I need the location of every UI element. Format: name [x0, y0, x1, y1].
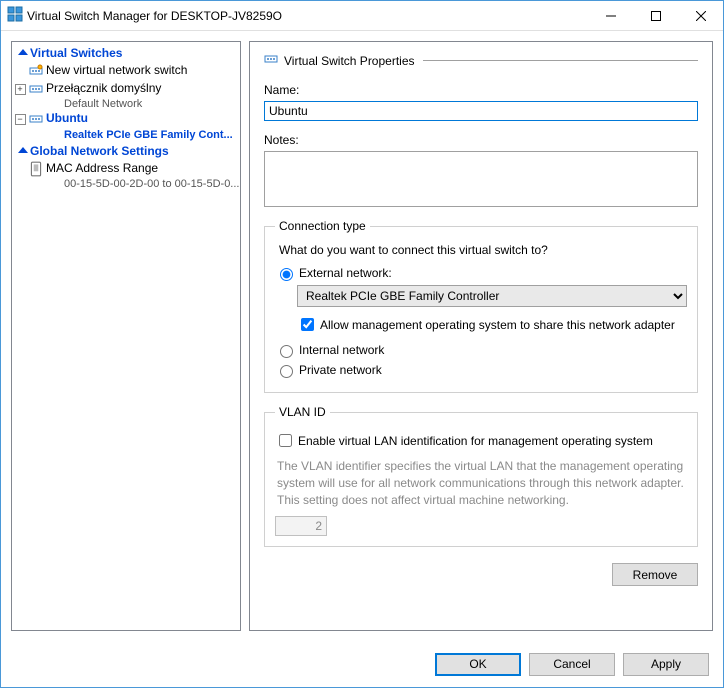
allow-mgmt-checkbox[interactable]: [301, 318, 314, 331]
body: Virtual Switches New virtual network swi…: [1, 31, 723, 641]
sidebar-item-ubuntu-sub: Realtek PCIe GBE Family Cont...: [12, 128, 240, 142]
notes-label: Notes:: [264, 133, 698, 147]
vlan-group: VLAN ID Enable virtual LAN identificatio…: [264, 405, 698, 547]
radio-external[interactable]: External network:: [275, 265, 687, 281]
new-switch-icon: [28, 63, 44, 79]
panel-heading-row: Virtual Switch Properties: [264, 52, 698, 69]
divider: [423, 60, 699, 61]
switch-icon: [28, 111, 44, 127]
close-button[interactable]: [678, 1, 723, 30]
vlan-enable-label: Enable virtual LAN identification for ma…: [298, 434, 653, 448]
name-input[interactable]: [264, 101, 698, 121]
connection-hint: What do you want to connect this virtual…: [279, 243, 687, 257]
ok-button[interactable]: OK: [435, 653, 521, 676]
connection-type-group: Connection type What do you want to conn…: [264, 219, 698, 393]
sidebar-item-new-switch[interactable]: New virtual network switch: [12, 62, 240, 80]
maximize-button[interactable]: [633, 1, 678, 30]
vlan-legend: VLAN ID: [275, 405, 330, 419]
collapse-icon: [16, 144, 30, 158]
radio-private[interactable]: Private network: [275, 362, 687, 378]
tree-expander[interactable]: +: [12, 81, 28, 97]
window: Virtual Switch Manager for DESKTOP-JV825…: [0, 0, 724, 688]
sidebar-item-label: Przełącznik domyślny: [44, 81, 161, 95]
tree-expander[interactable]: −: [12, 111, 28, 127]
allow-mgmt-label: Allow management operating system to sha…: [320, 318, 675, 332]
content-panel: Virtual Switch Properties Name: Notes: C…: [249, 41, 713, 631]
sidebar-group-global[interactable]: Global Network Settings: [12, 142, 240, 160]
remove-button[interactable]: Remove: [612, 563, 698, 586]
sidebar-item-ubuntu[interactable]: − Ubuntu: [12, 110, 240, 128]
cancel-button[interactable]: Cancel: [529, 653, 615, 676]
window-title: Virtual Switch Manager for DESKTOP-JV825…: [23, 9, 588, 23]
mac-icon: [28, 161, 44, 177]
vlan-enable-row[interactable]: Enable virtual LAN identification for ma…: [275, 431, 687, 450]
sidebar-group-label: Global Network Settings: [30, 144, 169, 158]
sidebar-item-sublabel: Default Network: [12, 98, 240, 110]
connection-legend: Connection type: [275, 219, 370, 233]
switch-icon: [264, 52, 278, 69]
radio-internal-label: Internal network: [299, 343, 384, 357]
sidebar-item-mac-range[interactable]: MAC Address Range: [12, 160, 240, 178]
sidebar-item-label: New virtual network switch: [44, 63, 187, 77]
sidebar-item-label: MAC Address Range: [44, 161, 158, 175]
radio-internal-input[interactable]: [280, 345, 293, 358]
sidebar-group-virtual-switches[interactable]: Virtual Switches: [12, 44, 240, 62]
sidebar-item-sublabel: Realtek PCIe GBE Family Cont...: [12, 129, 233, 141]
collapse-icon: [16, 46, 30, 60]
radio-internal[interactable]: Internal network: [275, 342, 687, 358]
panel-heading: Virtual Switch Properties: [284, 54, 415, 68]
apply-button[interactable]: Apply: [623, 653, 709, 676]
vlan-description: The VLAN identifier specifies the virtua…: [277, 458, 685, 508]
footer: OK Cancel Apply: [1, 641, 723, 687]
switch-icon: [28, 81, 44, 97]
radio-external-label: External network:: [299, 266, 392, 280]
titlebar: Virtual Switch Manager for DESKTOP-JV825…: [1, 1, 723, 31]
sidebar-item-label: Ubuntu: [44, 111, 88, 125]
radio-private-label: Private network: [299, 363, 382, 377]
vlan-enable-checkbox[interactable]: [279, 434, 292, 447]
sidebar-group-label: Virtual Switches: [30, 46, 122, 60]
vlan-id-input: [275, 516, 327, 536]
radio-external-input[interactable]: [280, 268, 293, 281]
sidebar-item-default-switch[interactable]: + Przełącznik domyślny: [12, 80, 240, 98]
sidebar: Virtual Switches New virtual network swi…: [11, 41, 241, 631]
adapter-dropdown[interactable]: Realtek PCIe GBE Family Controller: [297, 285, 687, 307]
minimize-button[interactable]: [588, 1, 633, 30]
allow-mgmt-checkbox-row[interactable]: Allow management operating system to sha…: [297, 315, 687, 334]
radio-private-input[interactable]: [280, 365, 293, 378]
app-icon: [7, 6, 23, 25]
notes-input[interactable]: [264, 151, 698, 207]
sidebar-item-sublabel: 00-15-5D-00-2D-00 to 00-15-5D-0...: [12, 178, 240, 190]
name-label: Name:: [264, 83, 698, 97]
